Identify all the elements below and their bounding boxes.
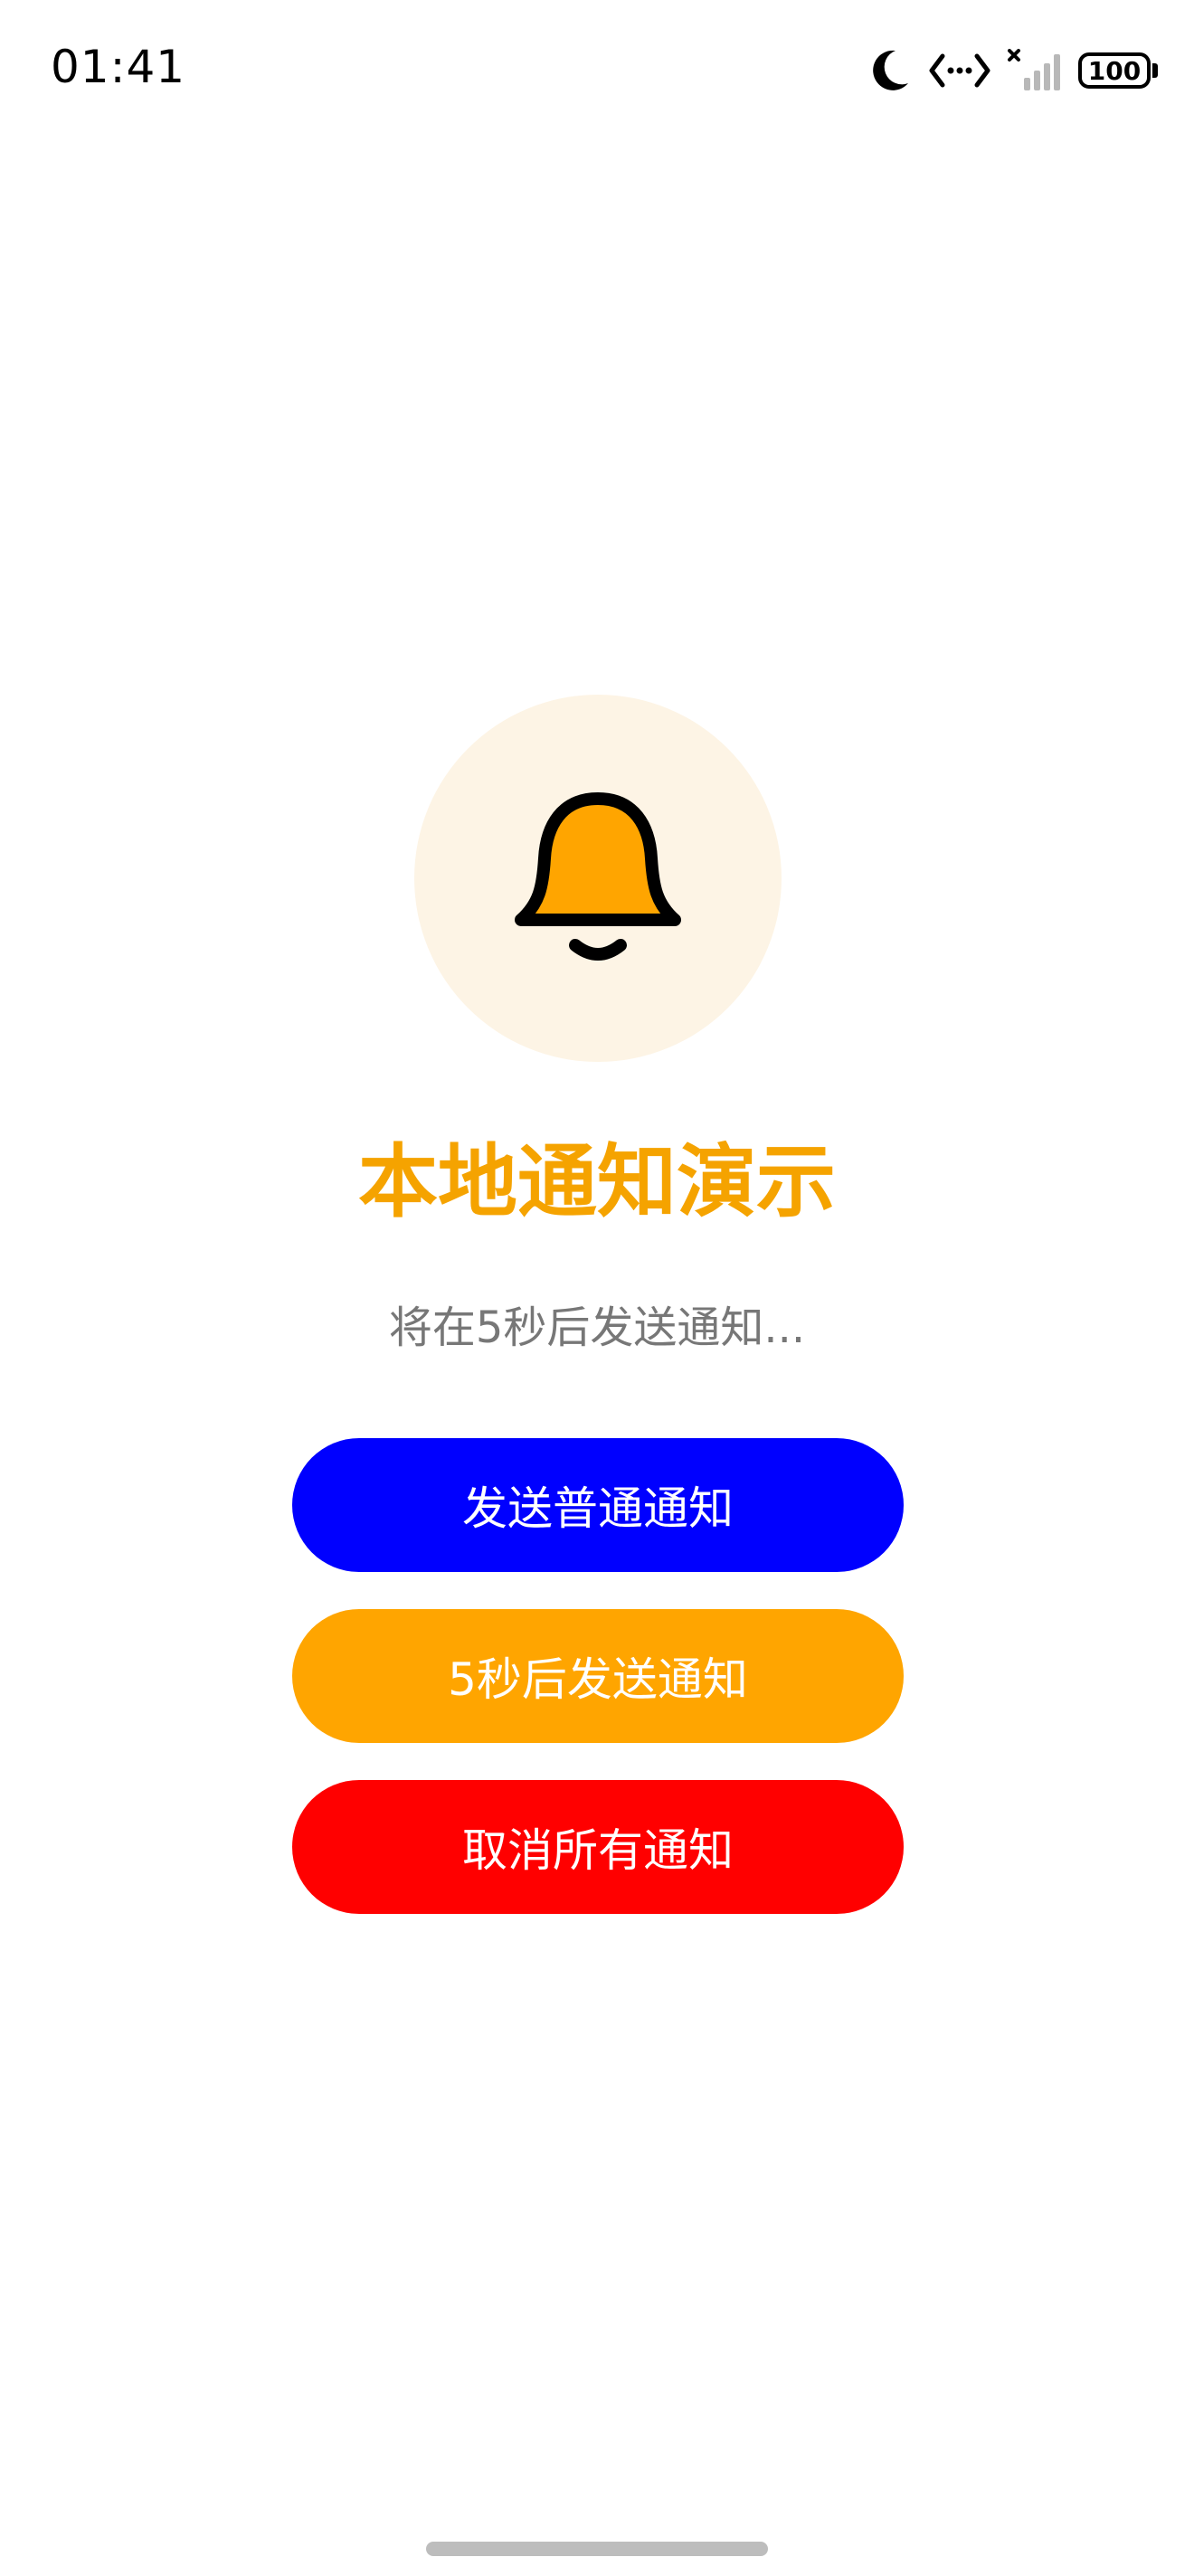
- cancel-all-notifications-button[interactable]: 取消所有通知: [292, 1780, 904, 1914]
- bell-icon-circle: [414, 695, 782, 1062]
- signal-no-sim-icon: [1008, 49, 1062, 92]
- status-message: 将在5秒后发送通知...: [388, 1302, 806, 1353]
- page-title: 本地通知演示: [357, 1135, 836, 1228]
- status-icons: 100: [868, 43, 1158, 98]
- data-transfer-icon: [928, 51, 991, 90]
- moon-icon: [868, 47, 912, 94]
- home-indicator[interactable]: [426, 2542, 768, 2556]
- bell-icon: [512, 786, 684, 971]
- battery-level: 100: [1078, 52, 1151, 89]
- send-delayed-notification-button[interactable]: 5秒后发送通知: [292, 1609, 904, 1743]
- app-screen: 01:41 100 本地通知演示 将在5秒后发送通知... 发送普通通知 5秒后…: [0, 0, 1194, 2576]
- status-bar: 01:41 100: [0, 0, 1194, 136]
- send-notification-button[interactable]: 发送普通通知: [292, 1438, 904, 1572]
- battery-icon: 100: [1078, 52, 1158, 89]
- status-time: 01:41: [51, 41, 186, 93]
